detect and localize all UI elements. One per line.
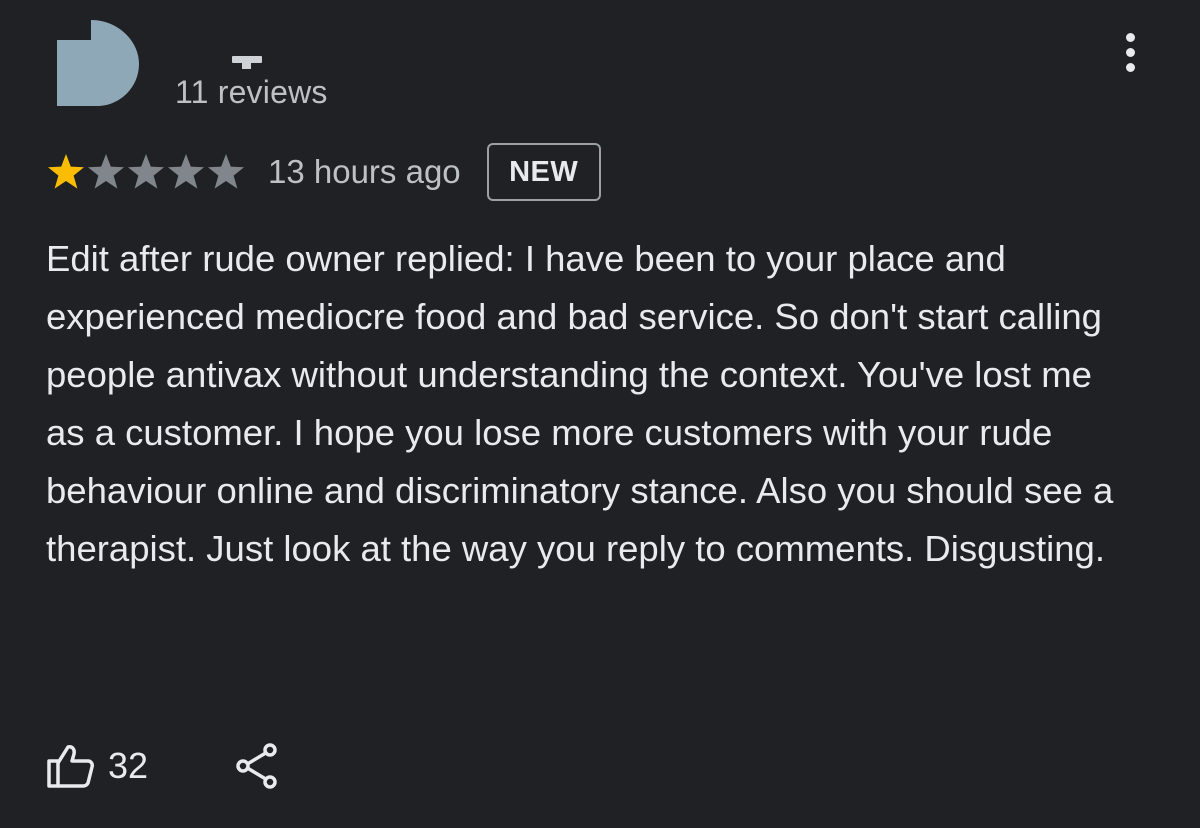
- more-vert-icon-dot: [1125, 62, 1135, 72]
- star-empty-icon: [168, 154, 204, 189]
- review-text: Edit after rude owner replied: I have be…: [46, 238, 1114, 569]
- reviewer-reviews-count[interactable]: 11 reviews: [175, 74, 328, 111]
- share-button[interactable]: [234, 742, 280, 790]
- review-timestamp: 13 hours ago: [268, 153, 461, 190]
- star-empty-icon: [208, 154, 244, 189]
- more-vert-icon-dot: [1125, 47, 1135, 57]
- thumb-up-icon: [46, 742, 96, 790]
- star-filled-icon: [48, 154, 84, 189]
- star-rating: [46, 152, 246, 192]
- rating-row: 13 hours ago NEW: [46, 140, 601, 204]
- reviewer-name-redacted[interactable]: [232, 56, 262, 69]
- avatar[interactable]: [57, 20, 139, 106]
- new-badge: NEW: [486, 143, 601, 201]
- review-actions: 32: [46, 734, 280, 798]
- review-card: 11 reviews 13 hours ago NEW Edit after r…: [0, 0, 1200, 828]
- more-vert-icon: [1125, 32, 1135, 42]
- like-button[interactable]: 32: [46, 742, 148, 790]
- share-icon: [234, 742, 280, 790]
- like-count: 32: [108, 745, 149, 786]
- star-empty-icon: [88, 154, 124, 189]
- star-empty-icon: [128, 154, 164, 189]
- more-options-button[interactable]: [1114, 28, 1146, 76]
